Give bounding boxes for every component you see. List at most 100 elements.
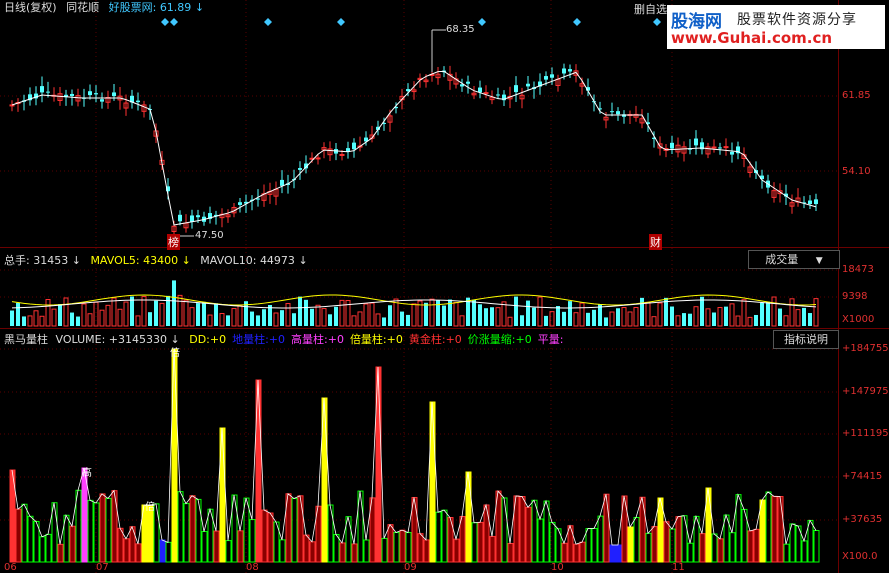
price-candle: [718, 147, 722, 149]
price-candle: [178, 214, 182, 222]
volume-bar: [207, 314, 213, 327]
volume-bar: [609, 311, 615, 327]
indicator-bar: [765, 491, 772, 563]
period-label[interactable]: 日线(复权): [4, 1, 57, 14]
price-candle: [352, 142, 356, 150]
stock-chart[interactable]: 倍高倍: [0, 0, 889, 573]
indicator-bar: [537, 518, 544, 563]
indicator-bar: [477, 521, 484, 563]
indicator-bar: [459, 516, 466, 563]
volume-bar: [339, 299, 345, 327]
indicator-bar: [501, 497, 508, 563]
volume-bar: [189, 307, 195, 327]
indicator-bar: [801, 540, 808, 563]
price-candle: [483, 92, 489, 95]
volume-bar: [586, 312, 590, 326]
volume-bar: [81, 303, 87, 327]
indicator-bar: [663, 521, 670, 563]
volume-bar: [363, 303, 369, 327]
indicator-bar: [759, 499, 766, 563]
indicator-legend-item: DD:+0: [189, 333, 227, 346]
volume-bar: [148, 312, 152, 326]
volume-bar: [321, 308, 327, 327]
indicator-tick-1: +184755: [842, 343, 889, 354]
indicator-bar: [567, 525, 574, 563]
volume-bar: [33, 310, 39, 327]
indicator-bar: [489, 535, 496, 563]
marker-bang[interactable]: 榜: [167, 234, 180, 250]
indicator-bar: [75, 489, 82, 563]
x-axis-month-label: 09: [404, 562, 417, 573]
volume-bar: [214, 303, 218, 326]
indicator-bar: [561, 542, 568, 563]
indicator-bar: [69, 525, 76, 563]
marker-cai[interactable]: 财: [649, 234, 662, 250]
volume-indicator-dropdown[interactable]: 成交量 ▼: [748, 250, 840, 269]
indicator-bar: [99, 493, 106, 563]
indicator-bar: [291, 498, 298, 563]
volume-bar: [568, 301, 572, 326]
x-axis-month-label: 10: [551, 562, 564, 573]
volume-bar: [633, 306, 639, 327]
low-price-label: 47.50: [195, 230, 224, 241]
event-diamond-icon: [573, 18, 581, 26]
volume-bar: [87, 313, 93, 327]
volume-bar: [159, 302, 165, 327]
volume-bar: [58, 304, 62, 326]
indicator-tick-4: +74415: [842, 471, 883, 482]
volume-header: 总手: 31453 ↓ MAVOL5: 43400 ↓ MAVOL10: 449…: [4, 252, 308, 268]
indicator-bar: [195, 498, 202, 563]
volume-bar: [406, 314, 410, 326]
volume-bar: [747, 316, 753, 327]
price-candle: [670, 142, 674, 149]
indicator-bar: [135, 543, 142, 563]
volume-bar: [226, 315, 230, 326]
volume-bar: [177, 294, 183, 327]
indicator-bar: [15, 508, 22, 563]
volume-bar: [130, 296, 134, 326]
indicator-bar: [363, 539, 370, 563]
volume-bar: [111, 297, 117, 327]
indicator-bar: [123, 538, 130, 563]
volume-bar: [795, 309, 801, 327]
volume-bar: [754, 314, 758, 326]
indicator-bar: [717, 538, 724, 563]
indicator-bar: [531, 499, 538, 563]
indicator-bar: [387, 524, 394, 563]
price-candle: [136, 100, 140, 103]
indicator-bar: [105, 497, 112, 563]
indicator-bar-marker: 倍: [170, 346, 180, 359]
volume-bar: [250, 311, 254, 326]
volume-bar: [766, 301, 770, 326]
price-candle: [478, 87, 482, 93]
volume-bar: [700, 296, 704, 326]
indicator-legend-item: 倍量柱:+0: [349, 333, 403, 346]
indicator-bar: [405, 532, 412, 563]
indicator-bar: [201, 531, 208, 563]
x-axis-month-label: 07: [96, 562, 109, 573]
index-value: 61.89: [159, 1, 192, 14]
indicator-bar: [237, 530, 244, 563]
volume-bar: [717, 307, 723, 327]
volume-bar: [172, 280, 176, 326]
delete-watchlist-button[interactable]: 删自选: [634, 1, 667, 17]
volume-bar: [724, 306, 728, 326]
down-arrow-icon: ↓: [181, 254, 191, 267]
event-diamond-icon: [653, 18, 661, 26]
volume-bar: [357, 311, 363, 327]
volume-bar: [369, 302, 375, 327]
indicator-bar: [789, 523, 796, 563]
indicator-bar: [165, 541, 172, 563]
price-candle: [723, 146, 729, 149]
indicator-bar: [393, 532, 400, 563]
price-candle: [550, 74, 554, 78]
price-tick-high: 61.85: [842, 90, 871, 101]
indicator-legend-item: 地量柱:+0: [232, 333, 286, 346]
event-diamond-icon: [170, 18, 178, 26]
indicator-bar: [87, 499, 94, 563]
indicator-help-button[interactable]: 指标说明: [773, 330, 839, 349]
mavol10-label: MAVOL10:: [200, 254, 257, 267]
price-candle: [280, 179, 284, 186]
volume-bar: [495, 307, 501, 327]
volume-bar: [514, 296, 518, 326]
